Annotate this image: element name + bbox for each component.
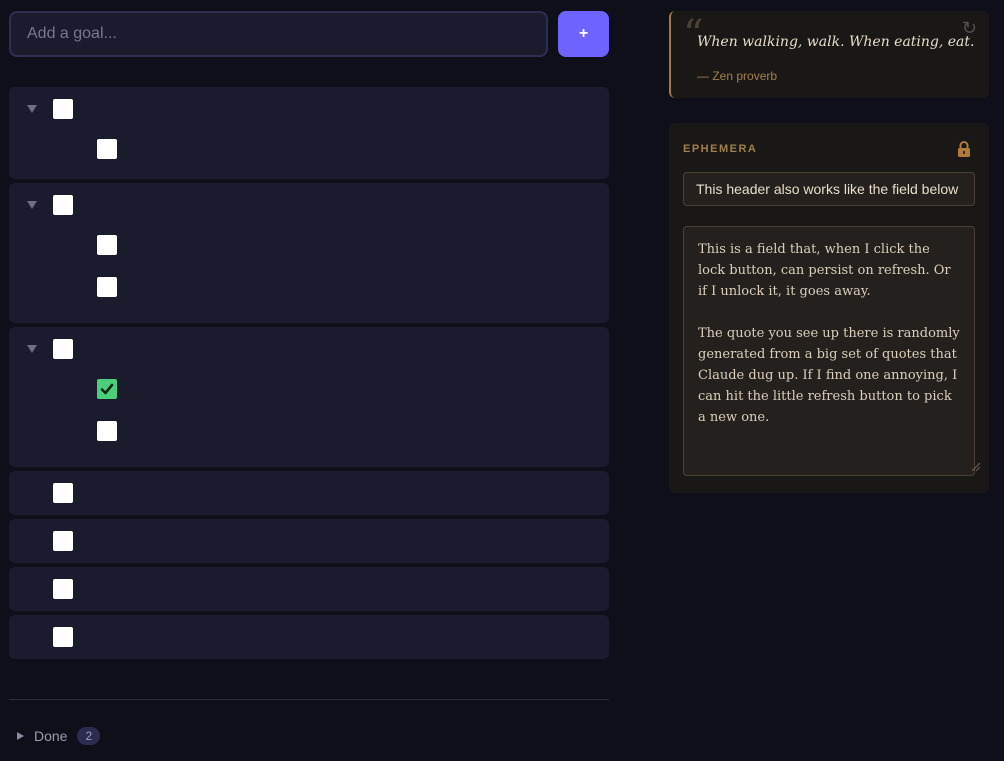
- checkmark-icon: [100, 383, 114, 395]
- goal-checkbox[interactable]: [53, 99, 73, 119]
- ephemera-panel: EPHEMERA This is a field that, when I cl…: [669, 123, 989, 493]
- goals-panel: +: [9, 11, 609, 659]
- subgoal-row: [9, 371, 609, 407]
- subgoal-checkbox[interactable]: [97, 421, 117, 441]
- collapse-toggle-icon[interactable]: [27, 201, 37, 209]
- add-goal-input[interactable]: [9, 11, 548, 57]
- goal-checkbox[interactable]: [53, 627, 73, 647]
- add-goal-row: +: [9, 11, 609, 57]
- done-count-badge: 2: [77, 727, 101, 745]
- expand-arrow-icon: [17, 732, 24, 740]
- ephemera-header-input[interactable]: [683, 172, 975, 206]
- subgoal-row: [9, 131, 609, 167]
- goal-row: [9, 87, 609, 131]
- goal-row: [9, 327, 609, 371]
- subgoal-checkbox[interactable]: [97, 235, 117, 255]
- refresh-icon[interactable]: ↻: [962, 19, 977, 37]
- subgoal-list: [9, 131, 609, 175]
- quote-card: “ When walking, walk. When eating, eat. …: [669, 11, 989, 98]
- subgoal-list: [9, 371, 609, 463]
- subgoal-checkbox[interactable]: [97, 139, 117, 159]
- goal-row: [9, 615, 609, 659]
- goal-row: [9, 471, 609, 515]
- subgoal-checkbox-checked[interactable]: [97, 379, 117, 399]
- collapse-toggle-icon[interactable]: [27, 345, 37, 353]
- collapse-toggle-icon[interactable]: [27, 105, 37, 113]
- goal-group: [9, 87, 609, 179]
- divider: [9, 699, 609, 700]
- resize-grip-icon[interactable]: [972, 463, 980, 471]
- goal-checkbox[interactable]: [53, 483, 73, 503]
- subgoal-list: [9, 227, 609, 319]
- quote-author: — Zen proverb: [697, 69, 778, 83]
- done-label: Done: [34, 728, 68, 744]
- done-section-toggle[interactable]: Done 2: [17, 727, 101, 745]
- goal-row: [9, 567, 609, 611]
- ephemera-textarea[interactable]: This is a field that, when I click the l…: [683, 226, 975, 476]
- subgoal-row: [9, 263, 609, 311]
- add-goal-button[interactable]: +: [558, 11, 609, 57]
- goal-list: [9, 87, 609, 659]
- subgoal-checkbox[interactable]: [97, 277, 117, 297]
- goal-group: [9, 183, 609, 323]
- lock-icon[interactable]: [957, 141, 971, 157]
- goal-checkbox[interactable]: [53, 339, 73, 359]
- goal-row: [9, 183, 609, 227]
- goal-checkbox[interactable]: [53, 195, 73, 215]
- ephemera-title: EPHEMERA: [683, 143, 758, 155]
- goal-group: [9, 327, 609, 467]
- subgoal-row: [9, 407, 609, 455]
- quote-text: When walking, walk. When eating, eat.: [697, 34, 975, 50]
- goal-checkbox[interactable]: [53, 531, 73, 551]
- goal-checkbox[interactable]: [53, 579, 73, 599]
- subgoal-row: [9, 227, 609, 263]
- goal-row: [9, 519, 609, 563]
